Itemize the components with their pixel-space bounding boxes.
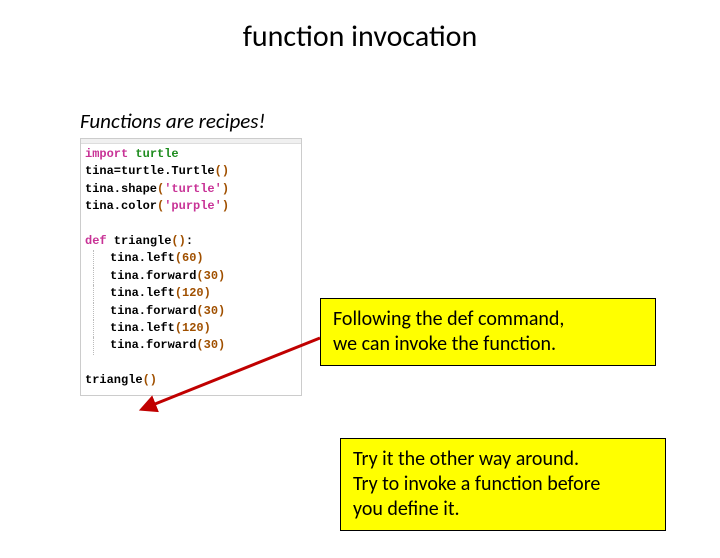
code-line: tina=turtle.Turtle() [85, 163, 297, 180]
callout-line: Following the def command, [333, 307, 643, 332]
func-name: triangle [107, 234, 172, 248]
paren: ) [222, 199, 229, 213]
code-line: tina.left(60) [85, 250, 297, 267]
paren: (120) [175, 286, 211, 300]
keyword-import: import [85, 147, 128, 161]
code-text: triangle [85, 373, 143, 387]
module-name: turtle [135, 147, 178, 161]
paren: () [215, 164, 229, 178]
code-line: tina.color('purple') [85, 198, 297, 215]
code-text: tina.left [110, 251, 175, 265]
code-text: tina.forward [110, 338, 196, 352]
string-literal: 'purple' [164, 199, 222, 213]
code-blank [85, 355, 297, 372]
keyword-def: def [85, 234, 107, 248]
callout-invoke: Following the def command, we can invoke… [320, 298, 656, 366]
code-line: tina.forward(30) [85, 268, 297, 285]
code-blank [85, 216, 297, 233]
code-body: import turtle tina=turtle.Turtle() tina.… [81, 144, 301, 395]
callout-line: you define it. [353, 497, 653, 522]
code-line: tina.shape('turtle') [85, 181, 297, 198]
code-text: tina.forward [110, 304, 196, 318]
code-snippet: import turtle tina=turtle.Turtle() tina.… [80, 138, 302, 396]
paren: (30) [196, 269, 225, 283]
page-title: function invocation [0, 18, 720, 55]
callout-tryit: Try it the other way around. Try to invo… [340, 438, 666, 531]
paren: (30) [196, 338, 225, 352]
code-text: tina.shape [85, 182, 157, 196]
paren: () [143, 373, 157, 387]
paren: (120) [175, 321, 211, 335]
code-line: def triangle(): [85, 233, 297, 250]
colon: : [186, 234, 193, 248]
code-text: tina=turtle.Turtle [85, 164, 215, 178]
paren: (60) [175, 251, 204, 265]
paren: ) [222, 182, 229, 196]
code-text: tina.forward [110, 269, 196, 283]
string-literal: 'turtle' [164, 182, 222, 196]
code-line: tina.forward(30) [85, 337, 297, 354]
code-line: tina.left(120) [85, 320, 297, 337]
code-line-invoke: triangle() [85, 372, 297, 389]
code-line: import turtle [85, 146, 297, 163]
subtitle: Functions are recipes! [80, 108, 265, 134]
callout-line: we can invoke the function. [333, 332, 643, 357]
paren: () [171, 234, 185, 248]
code-text: tina.left [110, 286, 175, 300]
code-text: tina.left [110, 321, 175, 335]
callout-line: Try it the other way around. [353, 447, 653, 472]
code-line: tina.left(120) [85, 285, 297, 302]
callout-line: Try to invoke a function before [353, 472, 653, 497]
code-line: tina.forward(30) [85, 303, 297, 320]
paren: (30) [196, 304, 225, 318]
code-text: tina.color [85, 199, 157, 213]
